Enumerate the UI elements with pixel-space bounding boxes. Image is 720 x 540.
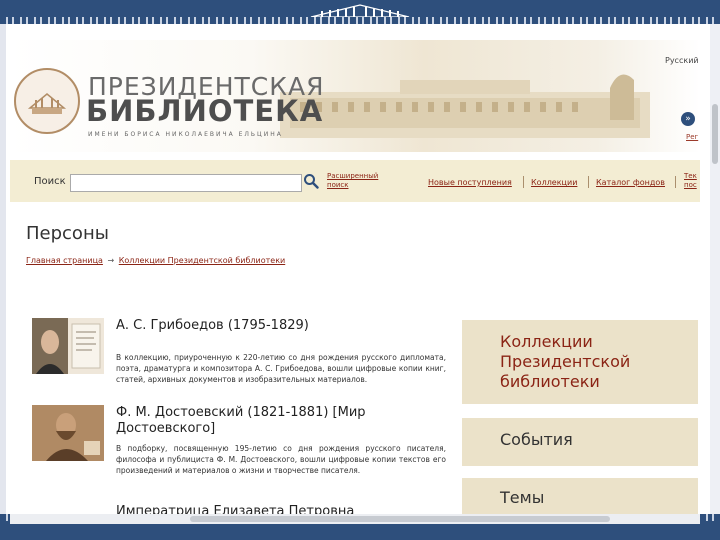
- search-icon[interactable]: [303, 173, 319, 189]
- breadcrumb-home-link[interactable]: Главная страница: [26, 256, 103, 265]
- nav-divider: [675, 176, 676, 188]
- person-description: В коллекцию, приуроченную к 220-летию со…: [116, 353, 446, 384]
- sidebar-collections-label[interactable]: Коллекции Президентской библиотеки: [500, 332, 680, 392]
- top-decorative-band: [0, 0, 720, 24]
- language-selector[interactable]: Русский: [665, 56, 699, 65]
- extended-search-link[interactable]: Расширенный поиск: [327, 172, 387, 190]
- horizontal-scrollbar-thumb[interactable]: [190, 516, 610, 522]
- breadcrumb: Главная страница → Коллекции Президентск…: [26, 256, 285, 265]
- sidebar-themes-label[interactable]: Темы: [500, 488, 544, 508]
- nav-link-current[interactable]: Тек пос: [684, 172, 700, 190]
- brand-title-line2: БИБЛИОТЕКА: [86, 94, 324, 128]
- horizontal-scrollbar[interactable]: [10, 514, 700, 524]
- library-building-image: [280, 74, 650, 138]
- nav-divider: [523, 176, 524, 188]
- sidebar-themes-box[interactable]: Темы: [462, 478, 698, 514]
- breadcrumb-collections-link[interactable]: Коллекции Президентской библиотеки: [119, 256, 286, 265]
- vertical-scrollbar[interactable]: [710, 24, 720, 524]
- person-item[interactable]: А. С. Грибоедов (1795-1829) В коллекцию,…: [32, 318, 452, 390]
- dostoevsky-portrait-image[interactable]: [32, 405, 104, 461]
- person-item[interactable]: Императрица Елизавета Петровна: [32, 504, 452, 514]
- register-link[interactable]: Рег: [686, 133, 698, 141]
- search-input[interactable]: [70, 174, 302, 192]
- nav-link-new-arrivals[interactable]: Новые поступления: [428, 178, 512, 187]
- next-arrow-button[interactable]: »: [681, 112, 695, 126]
- brand-subtitle: ИМЕНИ БОРИСА НИКОЛАЕВИЧА ЕЛЬЦИНА: [88, 131, 283, 138]
- navigation-bar: Поиск Расширенный поиск Новые поступлени…: [10, 160, 700, 202]
- meander-border: [0, 17, 720, 24]
- site-header: ПРЕЗИДЕНТСКАЯ БИБЛИОТЕКА ИМЕНИ БОРИСА НИ…: [10, 40, 700, 152]
- sidebar-events-label[interactable]: События: [500, 430, 573, 450]
- nav-link-collections[interactable]: Коллекции: [531, 178, 577, 187]
- library-logo-icon: [14, 68, 80, 134]
- person-name-link[interactable]: А. С. Грибоедов (1795-1829): [116, 318, 456, 334]
- sidebar-collections-box[interactable]: Коллекции Президентской библиотеки: [462, 320, 698, 404]
- person-description: В подборку, посвященную 195-летию со дня…: [116, 444, 446, 475]
- sidebar-events-box[interactable]: События: [462, 418, 698, 466]
- scrollbar-thumb[interactable]: [712, 104, 718, 164]
- person-name-link[interactable]: Ф. М. Достоевский (1821-1881) [Мир Досто…: [116, 405, 456, 437]
- search-label: Поиск: [34, 176, 66, 187]
- left-border: [0, 24, 6, 524]
- nav-link-catalog[interactable]: Каталог фондов: [596, 178, 665, 187]
- breadcrumb-separator: →: [107, 256, 115, 265]
- page-title: Персоны: [26, 223, 109, 244]
- griboyedov-portrait-image[interactable]: [32, 318, 104, 374]
- nav-divider: [588, 176, 589, 188]
- person-name-link[interactable]: Императрица Елизавета Петровна: [116, 504, 452, 514]
- person-item[interactable]: Ф. М. Достоевский (1821-1881) [Мир Досто…: [32, 405, 452, 493]
